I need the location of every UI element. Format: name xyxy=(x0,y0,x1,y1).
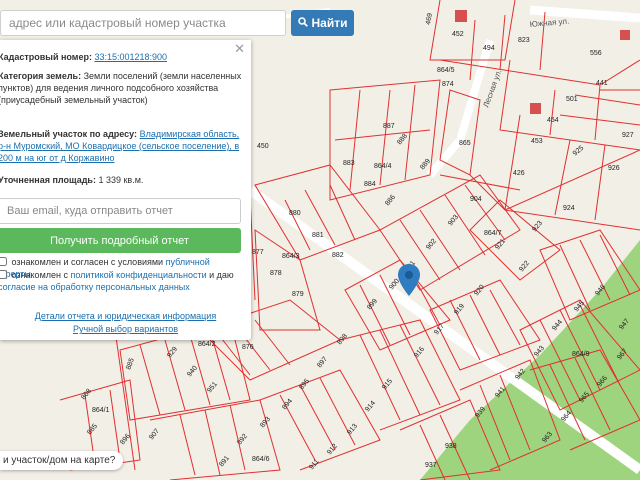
plot-label: 823 xyxy=(518,37,530,44)
plot-label: 874 xyxy=(442,81,454,88)
report-details-link[interactable]: Детали отчета и юридическая информация xyxy=(35,311,216,321)
plot-label: 937 xyxy=(425,462,437,469)
building-icon xyxy=(530,103,541,114)
plot-label: 454 xyxy=(547,117,559,124)
email-field[interactable] xyxy=(0,198,241,224)
plot-label: 426 xyxy=(513,170,525,177)
cadastral-number-link[interactable]: 33:15:001218:900 xyxy=(94,52,167,62)
plot-label: 877 xyxy=(252,249,264,256)
plot-label: 556 xyxy=(590,50,602,57)
plot-info-panel: ✕ Кадастровый номер: 33:15:001218:900 Ка… xyxy=(0,40,251,340)
privacy-policy-link[interactable]: политикой конфиденциальности xyxy=(71,270,207,280)
get-report-button[interactable]: Получить подробный отчет xyxy=(0,228,241,253)
plot-label: 879 xyxy=(292,291,304,298)
plot-label: 882 xyxy=(332,252,344,259)
plot-label: 864/2 xyxy=(198,341,216,348)
plot-label: 450 xyxy=(257,143,269,150)
plot-label: 926 xyxy=(608,165,620,172)
plot-label: 865 xyxy=(459,140,471,147)
plot-label: 927 xyxy=(622,132,634,139)
plot-label: 864/6 xyxy=(252,456,270,463)
plot-label: 881 xyxy=(312,232,324,239)
find-on-map-prompt[interactable]: и участок/дом на карте? xyxy=(0,451,124,470)
plot-label: 887 xyxy=(383,123,395,130)
plot-label: 864/4 xyxy=(374,163,392,170)
land-category-row: Категория земель: Земли поселений (земли… xyxy=(0,70,242,106)
details-link-row: Детали отчета и юридическая информация xyxy=(0,310,251,322)
plot-label: 864/1 xyxy=(92,407,110,414)
search-icon xyxy=(297,16,308,30)
cadastral-number-row: Кадастровый номер: 33:15:001218:900 xyxy=(0,51,242,63)
offer-consent-text: ознакомлен и согласен с условиями xyxy=(11,257,164,267)
search-button[interactable]: Найти xyxy=(291,10,354,36)
data-processing-link[interactable]: согласие на обработку персональных данны… xyxy=(0,282,190,292)
manual-selection-link[interactable]: Ручной выбор вариантов xyxy=(73,324,178,334)
plot-label: 453 xyxy=(531,138,543,145)
land-category-label: Категория земель: xyxy=(0,71,82,81)
plot-label: 904 xyxy=(470,196,482,203)
land-use-value: для ведения личного подсобного хозяйства… xyxy=(0,83,219,105)
offer-consent-checkbox[interactable] xyxy=(0,257,7,266)
plot-label: 878 xyxy=(270,270,282,277)
address-label: Земельный участок по адресу: xyxy=(0,129,138,139)
area-row: Уточненная площадь: 1 339 кв.м. xyxy=(0,174,242,186)
plot-label: 864/5 xyxy=(437,67,455,74)
plot-label: 884 xyxy=(364,181,376,188)
privacy-consent-checkbox[interactable] xyxy=(0,270,7,279)
plot-label: 452 xyxy=(452,31,464,38)
privacy-consent-text: ознакомлен с xyxy=(11,270,68,280)
plot-label: 441 xyxy=(596,80,608,87)
cadastral-number-label: Кадастровый номер: xyxy=(0,52,92,62)
area-label: Уточненная площадь: xyxy=(0,175,96,185)
plot-label: 864/3 xyxy=(282,253,300,260)
plot-label: 494 xyxy=(483,45,495,52)
plot-label: 864/7 xyxy=(484,230,502,237)
plot-label: 876 xyxy=(242,344,254,351)
plot-label: 938 xyxy=(445,443,457,450)
plot-label: 501 xyxy=(566,96,578,103)
address-row: Земельный участок по адресу: Владимирска… xyxy=(0,128,242,164)
plot-label: 924 xyxy=(563,205,575,212)
privacy-consent-row: ознакомлен с политикой конфиденциальност… xyxy=(0,269,242,293)
manual-link-row: Ручной выбор вариантов xyxy=(0,323,251,335)
area-value: 1 339 кв.м. xyxy=(98,175,144,185)
plot-label: 883 xyxy=(343,160,355,167)
plot-label: 864/9 xyxy=(572,351,590,358)
location-pin-icon[interactable] xyxy=(398,264,420,296)
privacy-consent-mid-text: и даю xyxy=(209,270,234,280)
building-icon xyxy=(455,10,467,22)
search-input[interactable] xyxy=(0,10,286,36)
search-button-label: Найти xyxy=(311,16,348,30)
plot-label: 880 xyxy=(289,210,301,217)
building-icon xyxy=(620,30,630,40)
